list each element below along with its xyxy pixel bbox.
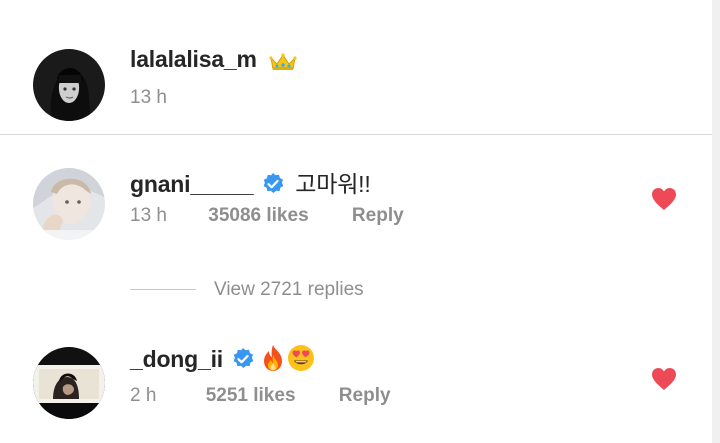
comment-avatar[interactable] [33, 168, 105, 240]
comment-time: 13 h [130, 205, 167, 226]
comment-text: 고마워!! [295, 171, 371, 197]
verified-badge-icon [231, 347, 255, 371]
comment-meta: 2 h 5251 likes Reply [130, 385, 391, 407]
comment-likes[interactable]: 35086 likes [208, 205, 308, 226]
heart-icon[interactable] [651, 187, 677, 211]
reply-button[interactable]: Reply [352, 205, 404, 226]
comment-meta: 13 h 35086 likes Reply [130, 205, 404, 227]
crown-icon [269, 52, 297, 72]
reply-button[interactable]: Reply [339, 385, 391, 406]
comment-username[interactable]: gnani_____ 고마워!! [130, 165, 371, 199]
verified-badge-icon [261, 172, 285, 196]
comment-likes[interactable]: 5251 likes [206, 385, 296, 406]
comment-username-text[interactable]: gnani_____ [130, 171, 253, 197]
heart-icon[interactable] [651, 367, 677, 391]
comment-username-text[interactable]: _dong_ii [130, 346, 223, 372]
comment-avatar[interactable] [33, 347, 105, 419]
view-replies-line [130, 289, 196, 290]
caption-avatar[interactable] [33, 49, 105, 121]
comments-screen: lalalalisa_m 13 h gnani_____ 고마워!! 13 h … [0, 0, 720, 443]
caption-block: lalalalisa_m 13 h [0, 0, 712, 135]
view-replies-button[interactable]: View 2721 replies [214, 279, 364, 301]
caption-username[interactable]: lalalalisa_m [130, 46, 297, 73]
caption-divider [0, 134, 712, 135]
caption-time: 13 h [130, 87, 167, 108]
caption-username-text[interactable]: lalalalisa_m [130, 46, 257, 72]
comment-username[interactable]: _dong_ii [130, 344, 315, 373]
fire-emoji-icon [261, 344, 285, 372]
comment-time: 2 h [130, 385, 157, 406]
heart-eyes-emoji-icon [287, 344, 315, 372]
scroll-edge [712, 0, 720, 443]
